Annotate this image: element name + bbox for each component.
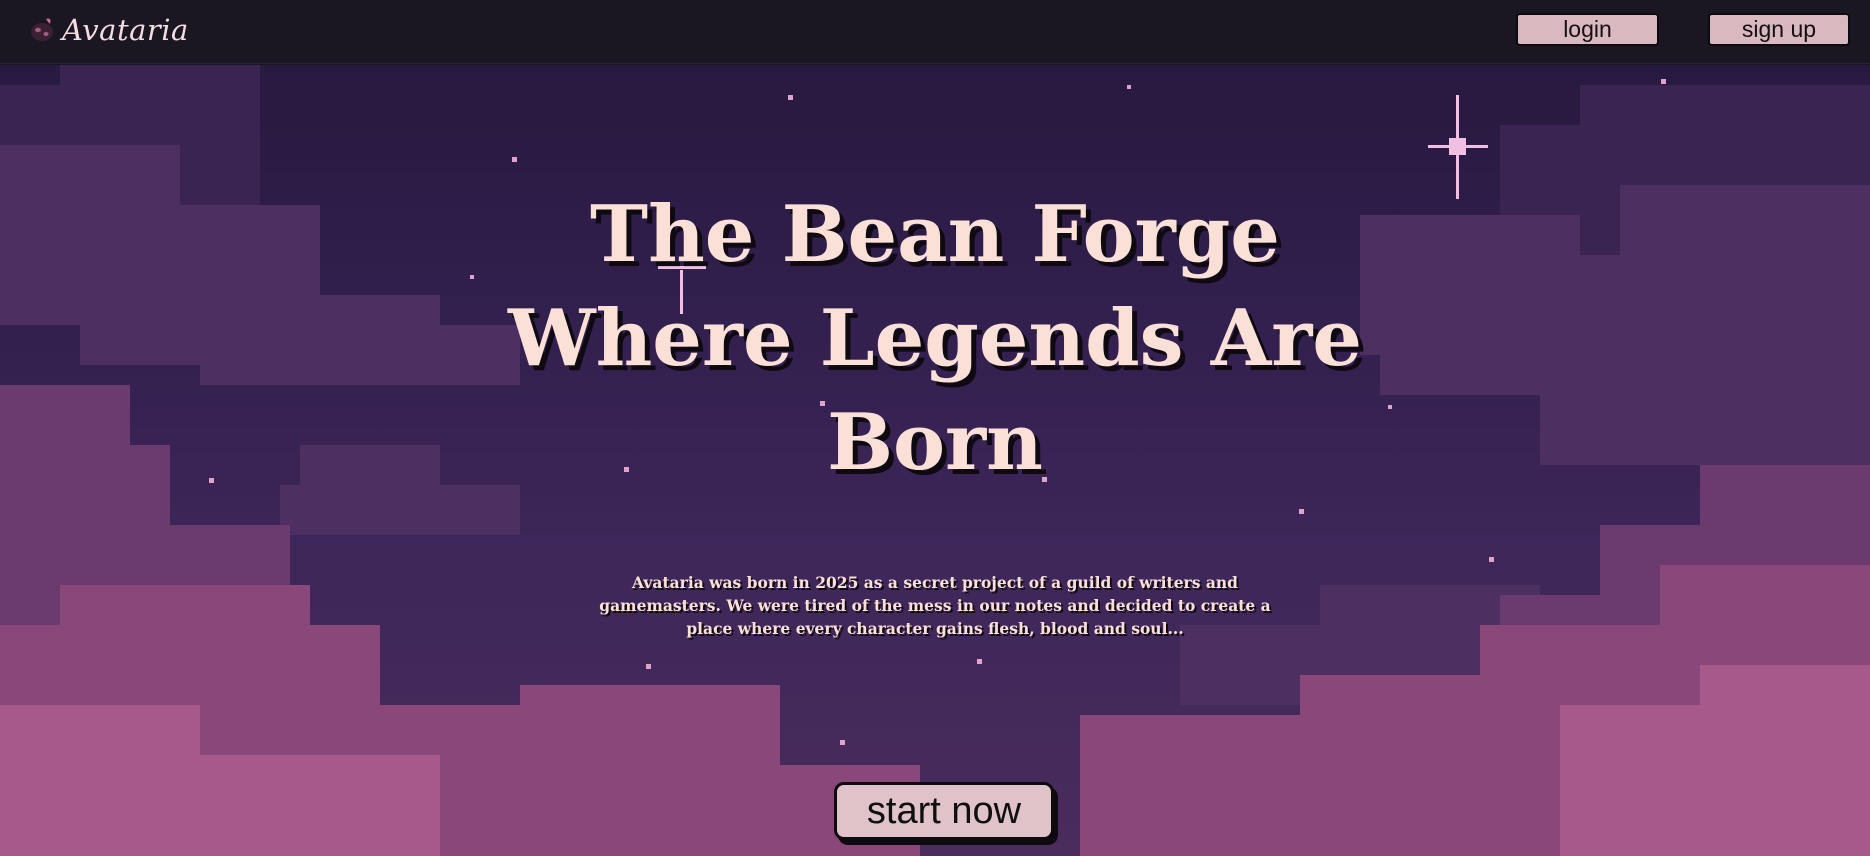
hero-section: The Bean Forge Where Legends Are Born Av… <box>0 65 1870 856</box>
title-line: Where Legends Are <box>507 293 1362 384</box>
signup-button[interactable]: sign up <box>1708 13 1850 46</box>
start-now-button[interactable]: start now <box>834 782 1054 840</box>
title-line: The Bean Forge <box>590 189 1280 280</box>
bean-icon <box>31 18 53 41</box>
top-bar: Avataria login sign up <box>0 0 1870 64</box>
intro-paragraph: Avataria was born in 2025 as a secret pr… <box>599 573 1271 638</box>
brand-name: Avataria <box>62 13 189 47</box>
hero-title: The Bean Forge Where Legends Are Born <box>435 183 1435 495</box>
title-line: Born <box>827 397 1043 488</box>
login-button[interactable]: login <box>1516 13 1659 46</box>
brand-logo[interactable]: Avataria <box>26 8 189 52</box>
landing-page: Avataria login sign up The Bean Forge Wh… <box>0 0 1870 856</box>
